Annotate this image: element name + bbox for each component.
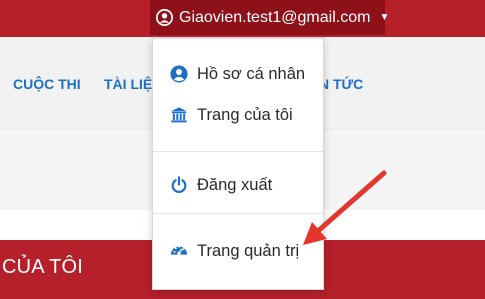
- menu-item-label: Trang quản trị: [197, 241, 300, 260]
- section-title: CỦA TÔI: [2, 256, 84, 278]
- power-icon: [171, 176, 187, 193]
- menu-item-profile[interactable]: Hồ sơ cá nhân: [153, 59, 323, 89]
- menu-item-label: Trang của tôi: [197, 105, 293, 124]
- caret-down-icon: ▼: [379, 12, 390, 23]
- user-email: Giaovien.test1@gmail.com: [179, 8, 371, 26]
- menu-item-label: Đăng xuất: [197, 175, 273, 194]
- nav-item-cuoc-thi[interactable]: CUỘC THI: [13, 76, 81, 92]
- top-bar: Giaovien.test1@gmail.com ▼: [0, 0, 485, 37]
- menu-divider: [153, 213, 323, 214]
- user-account-menu[interactable]: Giaovien.test1@gmail.com ▼: [150, 0, 389, 35]
- menu-item-admin[interactable]: Trang quản trị: [153, 236, 323, 266]
- menu-item-logout[interactable]: Đăng xuất: [153, 170, 323, 200]
- menu-item-label: Hồ sơ cá nhân: [197, 64, 306, 83]
- bank-building-icon: [170, 107, 188, 123]
- user-dropdown-menu: Hồ sơ cá nhân Trang của tôi Đăng xuất Tr…: [152, 38, 324, 290]
- user-circle-icon: [170, 65, 188, 83]
- menu-divider: [153, 151, 323, 152]
- page: Giaovien.test1@gmail.com ▼ CUỘC THI TÀI …: [0, 0, 485, 299]
- nav-item-tin-tuc[interactable]: N TỨC: [319, 76, 363, 92]
- menu-item-my-page[interactable]: Trang của tôi: [153, 100, 323, 130]
- dashboard-gauge-icon: [170, 245, 188, 255]
- user-avatar-icon: [156, 9, 173, 26]
